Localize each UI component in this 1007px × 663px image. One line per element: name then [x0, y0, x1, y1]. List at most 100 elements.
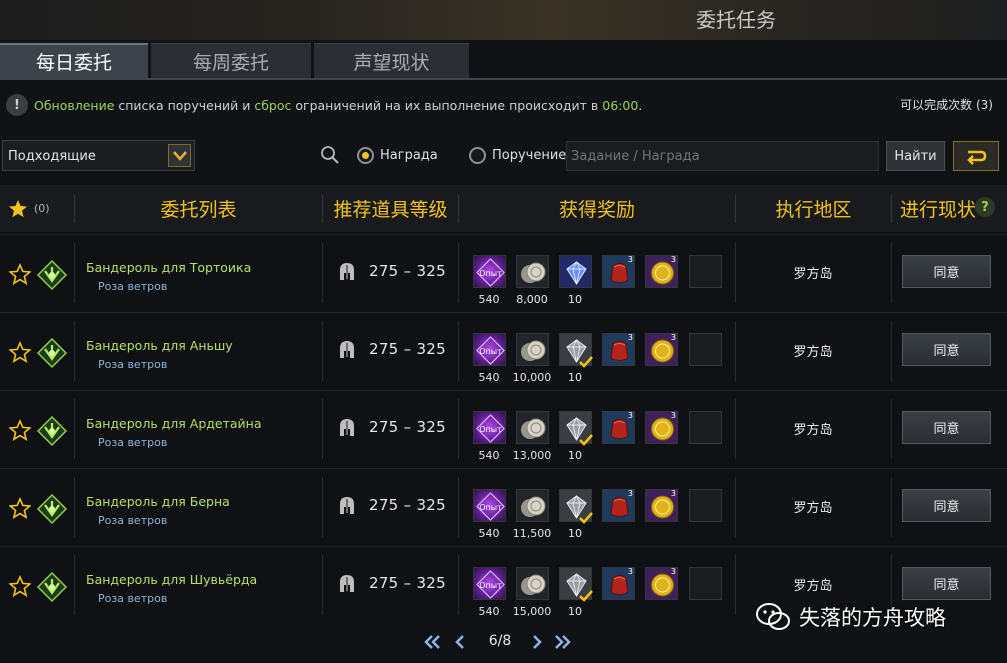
- column-divider: [322, 243, 323, 303]
- column-divider: [735, 243, 736, 303]
- reward-pouch-icon[interactable]: 3: [602, 333, 635, 366]
- column-task-list: 委托列表: [160, 199, 237, 221]
- reward-gold-icon[interactable]: 3: [645, 489, 678, 522]
- reward-silver-icon[interactable]: [516, 489, 549, 522]
- star-outline-icon[interactable]: [9, 419, 31, 441]
- first-page-icon[interactable]: [422, 632, 442, 652]
- reward-exp-icon[interactable]: Опыт: [473, 255, 506, 288]
- task-name[interactable]: Бандероль для Берна: [86, 494, 230, 509]
- reward-silver-icon[interactable]: [516, 255, 549, 288]
- reward-silver-icon[interactable]: [516, 411, 549, 444]
- column-item-level: 推荐道具等级: [333, 199, 448, 221]
- reward-silver-amount: 11,500: [512, 527, 552, 540]
- task-location: Роза ветров: [98, 592, 168, 605]
- star-outline-icon[interactable]: [9, 497, 31, 519]
- column-divider: [891, 477, 892, 537]
- reward-pouch-icon[interactable]: 3: [602, 489, 635, 522]
- column-divider: [458, 321, 459, 381]
- prev-page-icon[interactable]: [450, 632, 470, 652]
- notice-highlight-time: 06:00: [602, 98, 639, 113]
- reward-gem-icon[interactable]: [559, 567, 593, 602]
- accept-button[interactable]: 同意: [902, 333, 991, 366]
- help-icon[interactable]: ?: [975, 197, 995, 217]
- star-outline-icon[interactable]: [9, 341, 31, 363]
- reward-pouch-icon[interactable]: 3: [602, 411, 635, 444]
- last-page-icon[interactable]: [553, 632, 573, 652]
- star-outline-icon[interactable]: [9, 575, 31, 597]
- radio-reward[interactable]: [357, 147, 374, 164]
- task-name[interactable]: Бандероль для Аньшу: [86, 338, 233, 353]
- reward-gem-icon[interactable]: [559, 333, 593, 368]
- reward-gem-amount: 10: [568, 527, 582, 540]
- task-name[interactable]: Бандероль для Шувьёрда: [86, 572, 257, 587]
- watermark-text: 失落的方舟攻略: [799, 606, 946, 630]
- reward-gold-icon[interactable]: 3: [645, 255, 678, 288]
- reward-exp-icon[interactable]: Опыт: [473, 411, 506, 444]
- chevron-down-icon[interactable]: [168, 144, 191, 167]
- tab-daily[interactable]: 每日委托: [0, 43, 148, 78]
- column-divider: [458, 477, 459, 537]
- reward-exp-icon[interactable]: Опыт: [473, 333, 506, 366]
- reward-exp-icon[interactable]: Опыт: [473, 489, 506, 522]
- reset-button[interactable]: [953, 141, 999, 171]
- accept-button[interactable]: 同意: [902, 489, 991, 522]
- radio-task-label: Поручение: [492, 148, 567, 163]
- reward-exp-amount: 540: [478, 449, 500, 462]
- column-divider: [322, 555, 323, 615]
- helmet-icon: [340, 575, 354, 592]
- tab-reputation[interactable]: 声望现状: [314, 43, 469, 78]
- task-name[interactable]: Бандероль для Тортоика: [86, 260, 251, 275]
- task-region: 罗方岛: [793, 423, 833, 438]
- column-rewards: 获得奖励: [558, 199, 635, 221]
- reward-exp-amount: 540: [478, 371, 500, 384]
- notice-highlight-reset: сброс: [254, 98, 292, 113]
- reward-pouch-icon[interactable]: 3: [602, 255, 635, 288]
- radio-task[interactable]: [469, 147, 486, 164]
- task-row[interactable]: Бандероль для Аньшу Роза ветров 275 – 325 О…: [0, 312, 1007, 388]
- item-level: 275 – 325: [369, 418, 446, 436]
- reward-silver-icon[interactable]: [516, 333, 549, 366]
- column-divider: [74, 477, 75, 537]
- search-input[interactable]: [566, 141, 879, 171]
- find-button[interactable]: Найти: [886, 141, 945, 171]
- reward-pouch-count: 3: [627, 255, 633, 264]
- reward-gold-count: 3: [670, 411, 676, 420]
- star-icon[interactable]: [8, 199, 28, 219]
- reward-gem-icon[interactable]: [559, 255, 592, 288]
- column-divider: [891, 243, 892, 303]
- reward-gem-icon[interactable]: [559, 489, 593, 524]
- reward-gold-icon[interactable]: 3: [645, 411, 678, 444]
- column-divider: [735, 477, 736, 537]
- column-region: 执行地区: [775, 199, 852, 221]
- task-row[interactable]: Бандероль для Берна Роза ветров 275 – 325 О…: [0, 468, 1007, 544]
- remaining-count: 可以完成次数 (3): [900, 98, 993, 112]
- task-location: Роза ветров: [98, 358, 168, 371]
- filter-dropdown[interactable]: Подходящие: [2, 140, 195, 171]
- reward-silver-icon[interactable]: [516, 567, 549, 600]
- accept-button[interactable]: 同意: [902, 411, 991, 444]
- star-outline-icon[interactable]: [9, 263, 31, 285]
- task-row[interactable]: Бандероль для Тортоика Роза ветров 275 – 3…: [0, 234, 1007, 310]
- svg-text:Опыт: Опыт: [479, 425, 502, 434]
- reward-pouch-icon[interactable]: 3: [602, 567, 635, 600]
- reward-gem-icon[interactable]: [559, 411, 593, 446]
- task-region: 罗方岛: [793, 345, 833, 360]
- column-divider: [458, 243, 459, 303]
- tab-weekly[interactable]: 每周委托: [151, 43, 311, 78]
- accept-button[interactable]: 同意: [902, 567, 991, 600]
- column-divider: [322, 477, 323, 537]
- item-level: 275 – 325: [369, 340, 446, 358]
- column-divider: [74, 321, 75, 381]
- next-page-icon[interactable]: [527, 632, 547, 652]
- undo-icon: [967, 150, 987, 165]
- reward-exp-icon[interactable]: Опыт: [473, 567, 506, 600]
- task-location: Роза ветров: [98, 280, 168, 293]
- accept-button[interactable]: 同意: [902, 255, 991, 288]
- guild-emblem-icon: [36, 415, 68, 447]
- reward-gold-icon[interactable]: 3: [645, 567, 678, 600]
- svg-text:Опыт: Опыт: [479, 581, 502, 590]
- column-divider: [891, 195, 892, 223]
- task-row[interactable]: Бандероль для Ардетайна Роза ветров 275 – …: [0, 390, 1007, 466]
- task-name[interactable]: Бандероль для Ардетайна: [86, 416, 262, 431]
- reward-gold-icon[interactable]: 3: [645, 333, 678, 366]
